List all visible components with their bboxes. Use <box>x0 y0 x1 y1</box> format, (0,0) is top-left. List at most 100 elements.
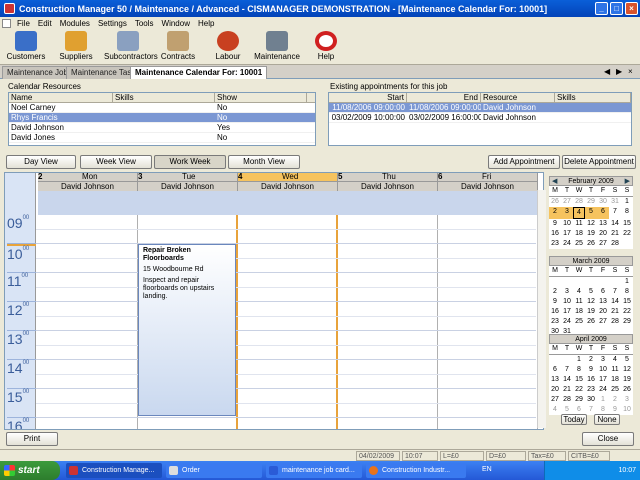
day-cell[interactable]: 12 <box>621 365 633 375</box>
clock[interactable]: 10:07 <box>618 467 636 474</box>
today-button[interactable]: Today <box>561 414 587 425</box>
day-cell[interactable]: 23 <box>585 385 597 395</box>
menu-settings[interactable]: Settings <box>94 19 131 28</box>
day-cell[interactable]: 11 <box>609 365 621 375</box>
maintenance-button[interactable]: Maintenance <box>254 31 300 61</box>
day-cell[interactable]: 25 <box>573 317 585 327</box>
prev-month-icon[interactable]: ◀ <box>552 177 557 187</box>
resource-row[interactable]: Rhys Francis No <box>9 113 315 123</box>
day-cell[interactable]: 4 <box>549 405 561 415</box>
day-cell[interactable]: 13 <box>597 219 609 229</box>
labour-button[interactable]: Labour <box>206 31 250 61</box>
close-window-button[interactable]: × <box>625 2 638 15</box>
print-button[interactable]: Print <box>6 432 58 446</box>
day-cell[interactable]: 10 <box>561 219 573 229</box>
day-header-fri[interactable]: 6 Fri <box>438 173 538 181</box>
day-cell[interactable]: 10 <box>561 297 573 307</box>
day-cell[interactable]: 18 <box>609 375 621 385</box>
day-cell[interactable]: 24 <box>561 317 573 327</box>
day-column-mon[interactable] <box>38 215 138 429</box>
day-cell[interactable]: 2 <box>549 207 561 219</box>
menu-modules[interactable]: Modules <box>56 19 94 28</box>
day-cell[interactable]: 16 <box>549 307 561 317</box>
week-view-button[interactable]: Week View <box>80 155 152 169</box>
day-cell[interactable]: 8 <box>621 207 633 219</box>
col-end[interactable]: End <box>407 93 481 102</box>
contracts-button[interactable]: Contracts <box>156 31 200 61</box>
day-cell[interactable]: 12 <box>585 219 597 229</box>
day-cell[interactable]: 22 <box>621 307 633 317</box>
day-cell[interactable]: 28 <box>573 197 585 207</box>
all-day-area[interactable] <box>38 191 538 215</box>
delete-appointment-button[interactable]: Delete Appointment <box>562 155 636 169</box>
day-cell[interactable]: 9 <box>585 365 597 375</box>
tab-close-icon[interactable]: × <box>628 67 633 76</box>
day-cell[interactable]: 30 <box>597 197 609 207</box>
customers-button[interactable]: Customers <box>4 31 48 61</box>
col-name[interactable]: Name <box>9 93 113 102</box>
calendar-scrollbar[interactable] <box>537 190 546 428</box>
day-header-tue[interactable]: 3 Tue <box>138 173 238 181</box>
day-cell[interactable]: 12 <box>585 297 597 307</box>
day-cell[interactable]: 19 <box>585 307 597 317</box>
menu-edit[interactable]: Edit <box>34 19 56 28</box>
day-cell[interactable]: 17 <box>561 229 573 239</box>
task-construction-industry[interactable]: Construction Industr... <box>366 463 466 478</box>
day-cell[interactable]: 7 <box>609 287 621 297</box>
tab-prev-icon[interactable]: ◀ <box>604 67 610 76</box>
day-cell[interactable]: 19 <box>621 375 633 385</box>
day-cell[interactable]: 15 <box>573 375 585 385</box>
col-skills[interactable]: Skills <box>555 93 631 102</box>
day-column-fri[interactable] <box>438 215 538 429</box>
day-cell[interactable]: 25 <box>573 239 585 249</box>
resource-row[interactable]: David Johnson Yes <box>9 123 315 133</box>
day-cell[interactable]: 4 <box>573 287 585 297</box>
resources-list[interactable]: Name Skills Show Noel Carney No Rhys Fran… <box>8 92 316 146</box>
add-appointment-button[interactable]: Add Appointment <box>488 155 560 169</box>
day-cell[interactable]: 11 <box>573 297 585 307</box>
day-cell[interactable]: 3 <box>561 207 573 219</box>
month-grid[interactable]: M T W T F S S 1 2 3 4 5 6 7 8 9 10 11 12 13 14 15 16 17 18 19 20 21… <box>549 344 633 415</box>
day-cell[interactable]: 27 <box>597 317 609 327</box>
next-month-icon[interactable]: ▶ <box>625 177 630 187</box>
day-cell[interactable]: 3 <box>597 355 609 365</box>
day-header-mon[interactable]: 2 Mon <box>38 173 138 181</box>
task-order[interactable]: Order <box>166 463 262 478</box>
day-cell[interactable]: 27 <box>561 197 573 207</box>
day-cell[interactable]: 15 <box>621 297 633 307</box>
day-header-thu[interactable]: 5 Thu <box>338 173 438 181</box>
day-cell[interactable]: 6 <box>597 207 609 219</box>
day-cell[interactable]: 10 <box>597 365 609 375</box>
tab-maintenance-calendar[interactable]: Maintenance Calendar For: 10001 <box>130 66 268 79</box>
day-cell[interactable]: 7 <box>561 365 573 375</box>
day-cell[interactable]: 14 <box>561 375 573 385</box>
day-cell[interactable]: 24 <box>597 385 609 395</box>
day-cell[interactable]: 1 <box>621 277 633 287</box>
month-grid[interactable]: M T W T F S S 26 27 28 29 30 31 1 2 3 4 5 6 7 8 9 10 11 12 13 14 15… <box>549 186 633 249</box>
month-grid[interactable]: M T W T F S S 1 2 3 4 5 6 7 8 9 10 11 12 13 14 15 16 17 18 19 20 21… <box>549 266 633 337</box>
day-cell[interactable]: 29 <box>573 395 585 405</box>
resource-row[interactable]: Noel Carney No <box>9 103 315 113</box>
existing-appointments-list[interactable]: Start End Resource Skills 11/08/2006 09:… <box>328 92 632 146</box>
day-cell[interactable]: 13 <box>549 375 561 385</box>
day-cell[interactable]: 2 <box>585 355 597 365</box>
day-cell[interactable]: 15 <box>621 219 633 229</box>
day-cell[interactable]: 3 <box>621 395 633 405</box>
day-cell[interactable]: 17 <box>561 307 573 317</box>
none-button[interactable]: None <box>594 414 620 425</box>
menu-tools[interactable]: Tools <box>131 19 158 28</box>
language-indicator[interactable]: EN <box>482 466 492 473</box>
day-cell[interactable]: 21 <box>609 229 621 239</box>
day-cell[interactable]: 27 <box>597 239 609 249</box>
day-column-thu[interactable] <box>338 215 438 429</box>
day-cell[interactable]: 16 <box>585 375 597 385</box>
day-cell[interactable]: 29 <box>585 197 597 207</box>
day-cell[interactable]: 16 <box>549 229 561 239</box>
day-cell[interactable]: 22 <box>621 229 633 239</box>
minimize-button[interactable]: _ <box>595 2 608 15</box>
menu-window[interactable]: Window <box>158 19 194 28</box>
month-view-button[interactable]: Month View <box>228 155 300 169</box>
day-view-button[interactable]: Day View <box>6 155 76 169</box>
day-cell[interactable]: 4 <box>573 207 585 219</box>
day-column-wed[interactable] <box>236 215 338 429</box>
